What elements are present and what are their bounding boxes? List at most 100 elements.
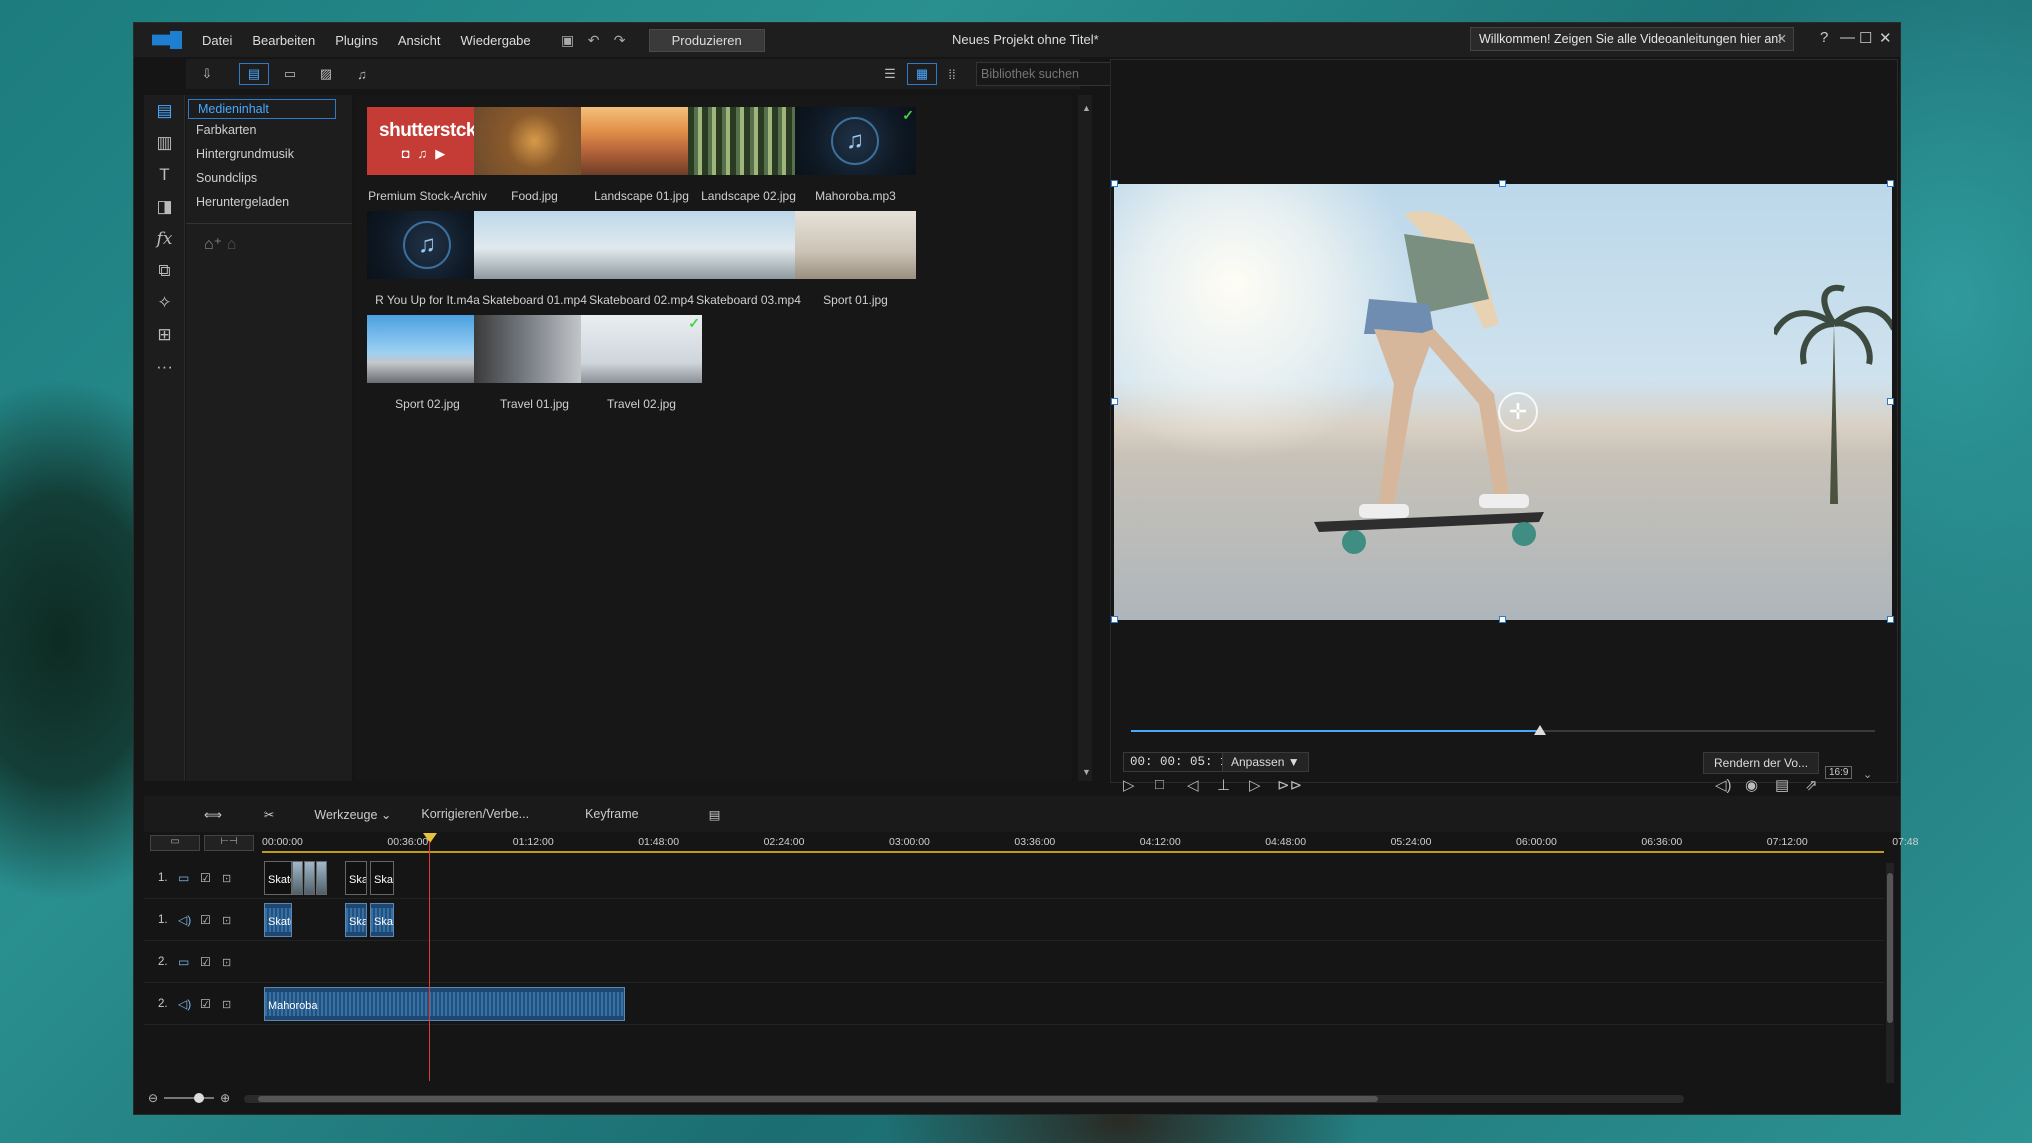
- small-grid-icon[interactable]: ⁞⁞: [937, 63, 967, 85]
- media-tile[interactable]: shutterstck ◘♫▶ Premium Stock-Archiv: [367, 107, 488, 203]
- playhead-marker-icon[interactable]: [423, 833, 437, 843]
- ratio-chevron-icon[interactable]: ⌄: [1863, 768, 1872, 781]
- next-frame-icon[interactable]: ▷: [1249, 776, 1261, 794]
- aspect-ratio-badge[interactable]: 16:9: [1825, 766, 1853, 779]
- timeline-mode-icon[interactable]: ⊢⊣: [204, 835, 254, 851]
- media-tile[interactable]: ✓ Skateboard 01.mp4: [474, 211, 595, 307]
- previous-frame-icon[interactable]: ◁: [1187, 776, 1199, 794]
- lock-icon[interactable]: ⊡: [222, 872, 236, 885]
- lock-icon[interactable]: ⊡: [222, 956, 236, 969]
- resize-handle[interactable]: [1499, 616, 1506, 623]
- tools-menu[interactable]: Werkzeuge ⌄: [314, 807, 391, 822]
- timeline-clip[interactable]: Skate: [264, 861, 292, 895]
- media-tile[interactable]: ♫ ✓ Mahoroba.mp3: [795, 107, 916, 203]
- media-scrollbar[interactable]: ▲ ▼: [1078, 95, 1092, 781]
- menu-bearbeiten[interactable]: Bearbeiten: [252, 33, 315, 48]
- preview-scrubber[interactable]: [1131, 725, 1875, 735]
- zoom-control[interactable]: ⊖ ⊕: [148, 1089, 238, 1107]
- timeline-track[interactable]: 2. ◁) ☑ ⊡ Mahoroba: [144, 983, 1884, 1025]
- media-tile[interactable]: ✓ Food.jpg: [474, 107, 595, 203]
- library-search[interactable]: ⌕: [976, 62, 1131, 86]
- timeline-clip[interactable]: Skate: [345, 861, 367, 895]
- media-tile[interactable]: Sport 01.jpg: [795, 211, 916, 307]
- maximize-icon[interactable]: ☐: [1859, 29, 1872, 47]
- timeline-clip[interactable]: Skate: [345, 903, 367, 937]
- fit-timeline-icon[interactable]: ⟺: [204, 807, 222, 822]
- menu-ansicht[interactable]: Ansicht: [398, 33, 441, 48]
- resize-handle[interactable]: [1111, 180, 1118, 187]
- help-icon[interactable]: ?: [1820, 29, 1828, 46]
- welcome-banner[interactable]: Willkommen! Zeigen Sie alle Videoanleitu…: [1470, 27, 1794, 51]
- filter-image-icon[interactable]: ▨: [311, 63, 341, 85]
- category-item[interactable]: Medieninhalt: [188, 99, 336, 119]
- filter-audio-icon[interactable]: ♫: [347, 63, 377, 85]
- playhead[interactable]: [429, 841, 430, 1081]
- media-tile[interactable]: ✓ Travel 02.jpg: [581, 315, 702, 411]
- scissors-icon[interactable]: ✂: [264, 807, 274, 822]
- zoom-out-icon[interactable]: ⊖: [148, 1091, 158, 1105]
- track-manager-icon[interactable]: ▤: [709, 807, 721, 822]
- filter-all-media-icon[interactable]: ▤: [239, 63, 269, 85]
- display-settings-icon[interactable]: ▤: [1775, 776, 1789, 794]
- resize-handle[interactable]: [1887, 616, 1894, 623]
- media-tile[interactable]: Landscape 02.jpg: [688, 107, 809, 203]
- import-icon[interactable]: ⇩: [192, 63, 222, 85]
- fit-dropdown[interactable]: Anpassen ▼: [1222, 752, 1309, 772]
- zoom-slider[interactable]: [164, 1093, 215, 1103]
- subtitle-room-icon[interactable]: ⊞: [144, 319, 185, 351]
- media-tile[interactable]: ✓ Travel 01.jpg: [474, 315, 595, 411]
- fix-enhance-button[interactable]: Korrigieren/Verbe...: [421, 807, 529, 821]
- templates-room-icon[interactable]: ▥: [144, 127, 185, 159]
- media-tile[interactable]: ✓ Skateboard 02.mp4: [581, 211, 702, 307]
- remove-tag-icon[interactable]: ⌂: [227, 236, 237, 253]
- list-view-icon[interactable]: ☰: [875, 63, 905, 85]
- resize-handle[interactable]: [1111, 616, 1118, 623]
- resize-handle[interactable]: [1887, 398, 1894, 405]
- menu-datei[interactable]: Datei: [202, 33, 232, 48]
- produce-button[interactable]: Produzieren: [648, 28, 765, 52]
- category-item[interactable]: Hintergrundmusik: [186, 143, 352, 167]
- track-enable-checkbox[interactable]: ☑: [200, 997, 214, 1011]
- close-window-icon[interactable]: ✕: [1879, 29, 1892, 47]
- lock-icon[interactable]: ⊡: [222, 998, 236, 1011]
- timeline-track[interactable]: 1. ▭ ☑ ⊡ Skate Skate Skate: [144, 857, 1884, 899]
- library-search-input[interactable]: [981, 67, 1101, 81]
- timeline-clip[interactable]: [304, 861, 315, 895]
- undo-icon[interactable]: ↶: [583, 29, 605, 51]
- track-enable-checkbox[interactable]: ☑: [200, 913, 214, 927]
- render-preview-button[interactable]: Rendern der Vo...: [1703, 752, 1820, 774]
- track-enable-checkbox[interactable]: ☑: [200, 955, 214, 969]
- lock-icon[interactable]: ⊡: [222, 914, 236, 927]
- more-rooms-icon[interactable]: ···: [144, 351, 185, 383]
- resize-handle[interactable]: [1111, 398, 1118, 405]
- add-tag-icon[interactable]: ⌂⁺: [204, 236, 222, 253]
- split-icon[interactable]: ⊥: [1217, 776, 1230, 794]
- track-enable-checkbox[interactable]: ☑: [200, 871, 214, 885]
- media-tile[interactable]: Landscape 01.jpg: [581, 107, 702, 203]
- timeline-track[interactable]: 1. ◁) ☑ ⊡ Skate Skate Skate: [144, 899, 1884, 941]
- move-handle-icon[interactable]: ✛: [1498, 392, 1538, 432]
- transition-room-icon[interactable]: ◨: [144, 191, 185, 223]
- timeline-horizontal-scrollbar[interactable]: [244, 1095, 1684, 1103]
- timeline-track[interactable]: 2. ▭ ☑ ⊡: [144, 941, 1884, 983]
- volume-icon[interactable]: ◁): [1715, 776, 1732, 794]
- scrubber-knob[interactable]: [1534, 725, 1547, 735]
- grid-view-icon[interactable]: ▦: [907, 63, 937, 85]
- play-icon[interactable]: ▷: [1123, 776, 1135, 794]
- category-item[interactable]: Farbkarten: [186, 119, 352, 143]
- timeline-clip[interactable]: Skate: [370, 903, 394, 937]
- undock-icon[interactable]: ⇗: [1805, 776, 1818, 794]
- media-room-icon[interactable]: ▤: [144, 95, 185, 127]
- menu-plugins[interactable]: Plugins: [335, 33, 378, 48]
- resize-handle[interactable]: [1887, 180, 1894, 187]
- minimize-icon[interactable]: —: [1840, 29, 1855, 46]
- menu-wiedergabe[interactable]: Wiedergabe: [461, 33, 531, 48]
- media-tile[interactable]: ♫ R You Up for It.m4a: [367, 211, 488, 307]
- timeline-clip[interactable]: [292, 861, 303, 895]
- timeline-vertical-scrollbar[interactable]: [1886, 863, 1894, 1083]
- resize-handle[interactable]: [1499, 180, 1506, 187]
- save-icon[interactable]: ▣: [557, 29, 579, 51]
- zoom-in-icon[interactable]: ⊕: [220, 1091, 230, 1105]
- timeline-clip[interactable]: Skate: [264, 903, 292, 937]
- fast-forward-icon[interactable]: ⊳⊳: [1277, 776, 1302, 794]
